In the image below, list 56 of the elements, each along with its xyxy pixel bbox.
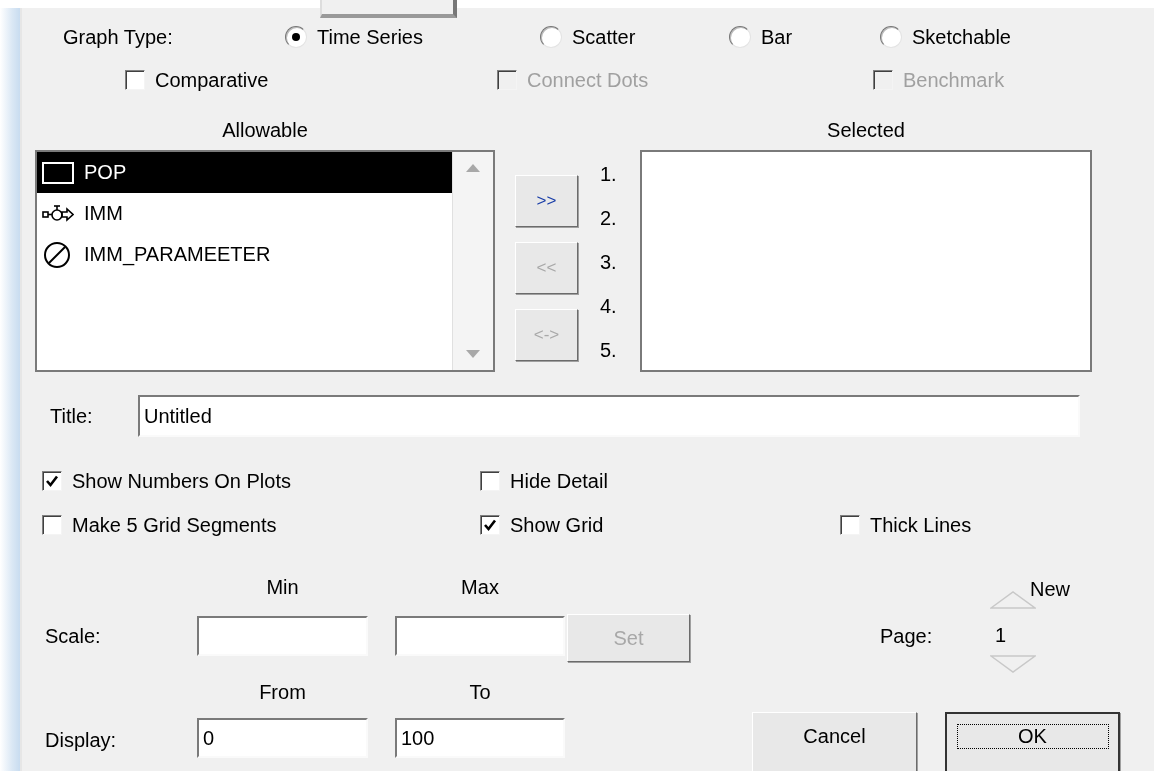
radio-button[interactable] [729, 26, 751, 48]
field-label: Scale: [45, 624, 102, 648]
radio-option[interactable]: Bar [729, 25, 880, 49]
list-item[interactable]: IMM_PARAMEETER [37, 234, 452, 275]
slot-number: 5. [600, 338, 618, 362]
column-label: From [258, 680, 307, 704]
slot-number: 3. [600, 250, 618, 274]
radio-option[interactable]: Time Series [285, 25, 540, 49]
list-heading: Selected [826, 118, 906, 142]
rectangle-icon [42, 161, 74, 184]
page-number: 1 [995, 623, 1007, 647]
checkbox[interactable] [480, 515, 500, 535]
flow-valve-icon [42, 202, 74, 225]
column-label: Max [460, 575, 500, 599]
scroll-up-icon[interactable] [466, 164, 480, 172]
list-item[interactable]: POP [37, 152, 452, 193]
slot-number: 1. [600, 162, 618, 186]
scrollbar[interactable] [452, 152, 493, 370]
min-field[interactable] [197, 616, 368, 656]
transfer-button[interactable]: >> [515, 175, 578, 227]
listbox[interactable]: POP IMM IMM_PARAMEETER [35, 150, 495, 372]
radio-option[interactable]: Sketchable [880, 25, 1080, 49]
list-heading: Allowable [221, 118, 309, 142]
field-label: Page: [880, 624, 934, 648]
checkbox[interactable] [42, 471, 62, 491]
radio-button[interactable] [285, 26, 307, 48]
slot-number: 2. [600, 206, 618, 230]
field-label: Title: [50, 404, 94, 428]
from-field[interactable]: 0 [197, 718, 368, 758]
title-field[interactable]: Untitled [138, 395, 1080, 437]
radio-button[interactable] [540, 26, 562, 48]
dialog-button[interactable]: Cancel [752, 712, 917, 771]
slot-number: 4. [600, 294, 618, 318]
checkbox[interactable] [125, 70, 145, 90]
radio-button[interactable] [880, 26, 902, 48]
checkbox-option[interactable]: Show Grid [480, 513, 840, 537]
field-label: Display: [45, 728, 118, 752]
scroll-down-icon[interactable] [466, 350, 480, 358]
new-label: New [1030, 577, 1070, 601]
checkbox-option[interactable]: Thick Lines [840, 513, 1140, 537]
column-label: Min [265, 575, 300, 599]
checkbox-option[interactable]: Hide Detail [480, 469, 840, 493]
field-label: Graph Type: [63, 25, 174, 49]
list-item[interactable]: IMM [37, 193, 452, 234]
column-label: To [468, 680, 492, 704]
checkbox-option[interactable]: Show Numbers On Plots [42, 469, 480, 493]
checkbox[interactable] [840, 515, 860, 535]
selected-listbox[interactable] [640, 150, 1092, 372]
radio-option[interactable]: Scatter [540, 25, 729, 49]
checkbox[interactable] [480, 471, 500, 491]
to-field[interactable]: 100 [395, 718, 565, 758]
checkbox-option[interactable]: Comparative [125, 68, 497, 92]
checkbox-option[interactable]: Make 5 Grid Segments [42, 513, 480, 537]
checkbox[interactable] [42, 515, 62, 535]
max-field[interactable] [395, 616, 565, 656]
dialog-button[interactable]: OK [945, 712, 1120, 771]
